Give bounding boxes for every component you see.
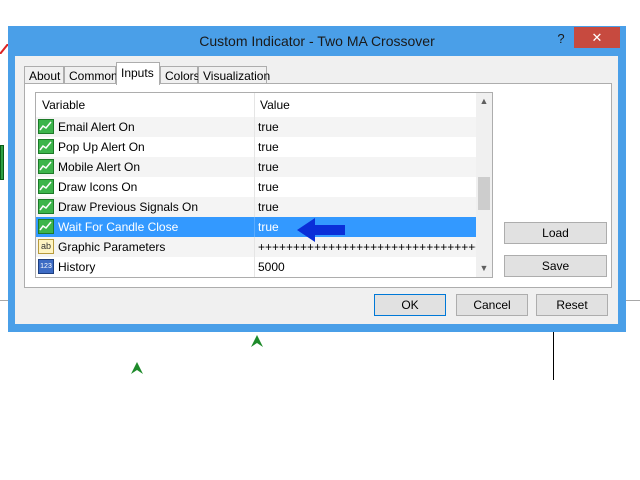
chart-sell-arrow-icon <box>0 44 8 54</box>
row-value[interactable]: true <box>258 120 279 134</box>
string-input-icon: ab <box>38 239 54 254</box>
scroll-down-arrow-icon[interactable]: ▼ <box>476 260 492 277</box>
row-variable: Wait For Candle Close <box>58 220 179 234</box>
column-divider <box>254 117 255 137</box>
chart-buy-arrow-icon <box>131 362 143 374</box>
row-value[interactable]: true <box>258 140 279 154</box>
alert-input-icon <box>38 179 54 194</box>
table-row[interactable]: Draw Previous Signals On true <box>36 197 476 217</box>
column-divider <box>254 177 255 197</box>
table-row[interactable]: ab Graphic Parameters ++++++++++++++++++… <box>36 237 492 257</box>
chart-vertical-line <box>553 330 554 380</box>
tab-common[interactable]: Common <box>64 66 118 84</box>
row-variable: Mobile Alert On <box>58 160 141 174</box>
header-variable[interactable]: Variable <box>42 98 85 112</box>
row-value[interactable]: true <box>258 160 279 174</box>
row-value[interactable]: true <box>258 200 279 214</box>
table-row[interactable]: Draw Icons On true <box>36 177 476 197</box>
dialog-title: Custom Indicator - Two MA Crossover <box>199 33 435 49</box>
row-value[interactable]: true <box>258 180 279 194</box>
chart-candle <box>0 145 4 180</box>
row-variable: Pop Up Alert On <box>58 140 145 154</box>
row-variable: Graphic Parameters <box>58 240 166 254</box>
close-button[interactable]: ✕ <box>574 27 620 48</box>
tab-about[interactable]: About <box>24 66 64 84</box>
row-variable: Draw Previous Signals On <box>58 200 199 214</box>
header-divider[interactable] <box>254 93 255 117</box>
chart-buy-arrow-icon <box>251 335 263 347</box>
column-divider <box>254 157 255 177</box>
header-value[interactable]: Value <box>260 98 290 112</box>
row-value[interactable]: 5000 <box>258 260 285 274</box>
alert-input-icon <box>38 199 54 214</box>
tab-colors[interactable]: Colors <box>160 66 200 84</box>
dialog-client-area: About Common Inputs Colors Visualization… <box>15 56 618 324</box>
row-value[interactable]: ++++++++++++++++++++++++++++++++++++ <box>258 240 492 254</box>
column-divider <box>254 257 255 277</box>
row-variable: Draw Icons On <box>58 180 138 194</box>
indicator-dialog: Custom Indicator - Two MA Crossover ? ✕ … <box>8 26 626 332</box>
ok-button[interactable]: OK <box>374 294 446 316</box>
alert-input-icon <box>38 159 54 174</box>
inputs-panel: Variable Value Email Alert On true Pop U… <box>24 83 612 288</box>
inputs-grid: Variable Value Email Alert On true Pop U… <box>35 92 493 278</box>
column-divider <box>254 197 255 217</box>
tab-visualization[interactable]: Visualization <box>198 66 270 84</box>
table-row[interactable]: 123 History 5000 <box>36 257 476 277</box>
table-row[interactable]: Mobile Alert On true <box>36 157 476 177</box>
row-variable: Email Alert On <box>58 120 135 134</box>
load-button[interactable]: Load <box>504 222 607 244</box>
vertical-scrollbar[interactable]: ▲ ▼ <box>476 93 492 277</box>
column-divider <box>254 237 255 257</box>
reset-button[interactable]: Reset <box>536 294 608 316</box>
alert-input-icon <box>38 119 54 134</box>
grid-header: Variable Value <box>36 93 476 118</box>
alert-input-icon <box>38 139 54 154</box>
cancel-button[interactable]: Cancel <box>456 294 528 316</box>
table-row[interactable]: Email Alert On true <box>36 117 476 137</box>
save-button[interactable]: Save <box>504 255 607 277</box>
table-row[interactable]: Pop Up Alert On true <box>36 137 476 157</box>
grid-rows: Email Alert On true Pop Up Alert On true… <box>36 117 492 277</box>
table-row-selected[interactable]: Wait For Candle Close true <box>36 217 476 237</box>
alert-input-icon <box>38 219 54 234</box>
column-divider <box>254 137 255 157</box>
tab-inputs[interactable]: Inputs <box>116 62 160 85</box>
row-variable: History <box>58 260 96 274</box>
column-divider <box>254 217 255 237</box>
scroll-thumb[interactable] <box>478 177 490 210</box>
help-button[interactable]: ? <box>550 29 572 49</box>
annotation-arrow-icon <box>297 218 345 242</box>
scroll-up-arrow-icon[interactable]: ▲ <box>476 93 492 110</box>
row-value[interactable]: true <box>258 220 279 234</box>
integer-input-icon: 123 <box>38 259 54 274</box>
title-bar[interactable]: Custom Indicator - Two MA Crossover ? ✕ <box>8 26 626 56</box>
